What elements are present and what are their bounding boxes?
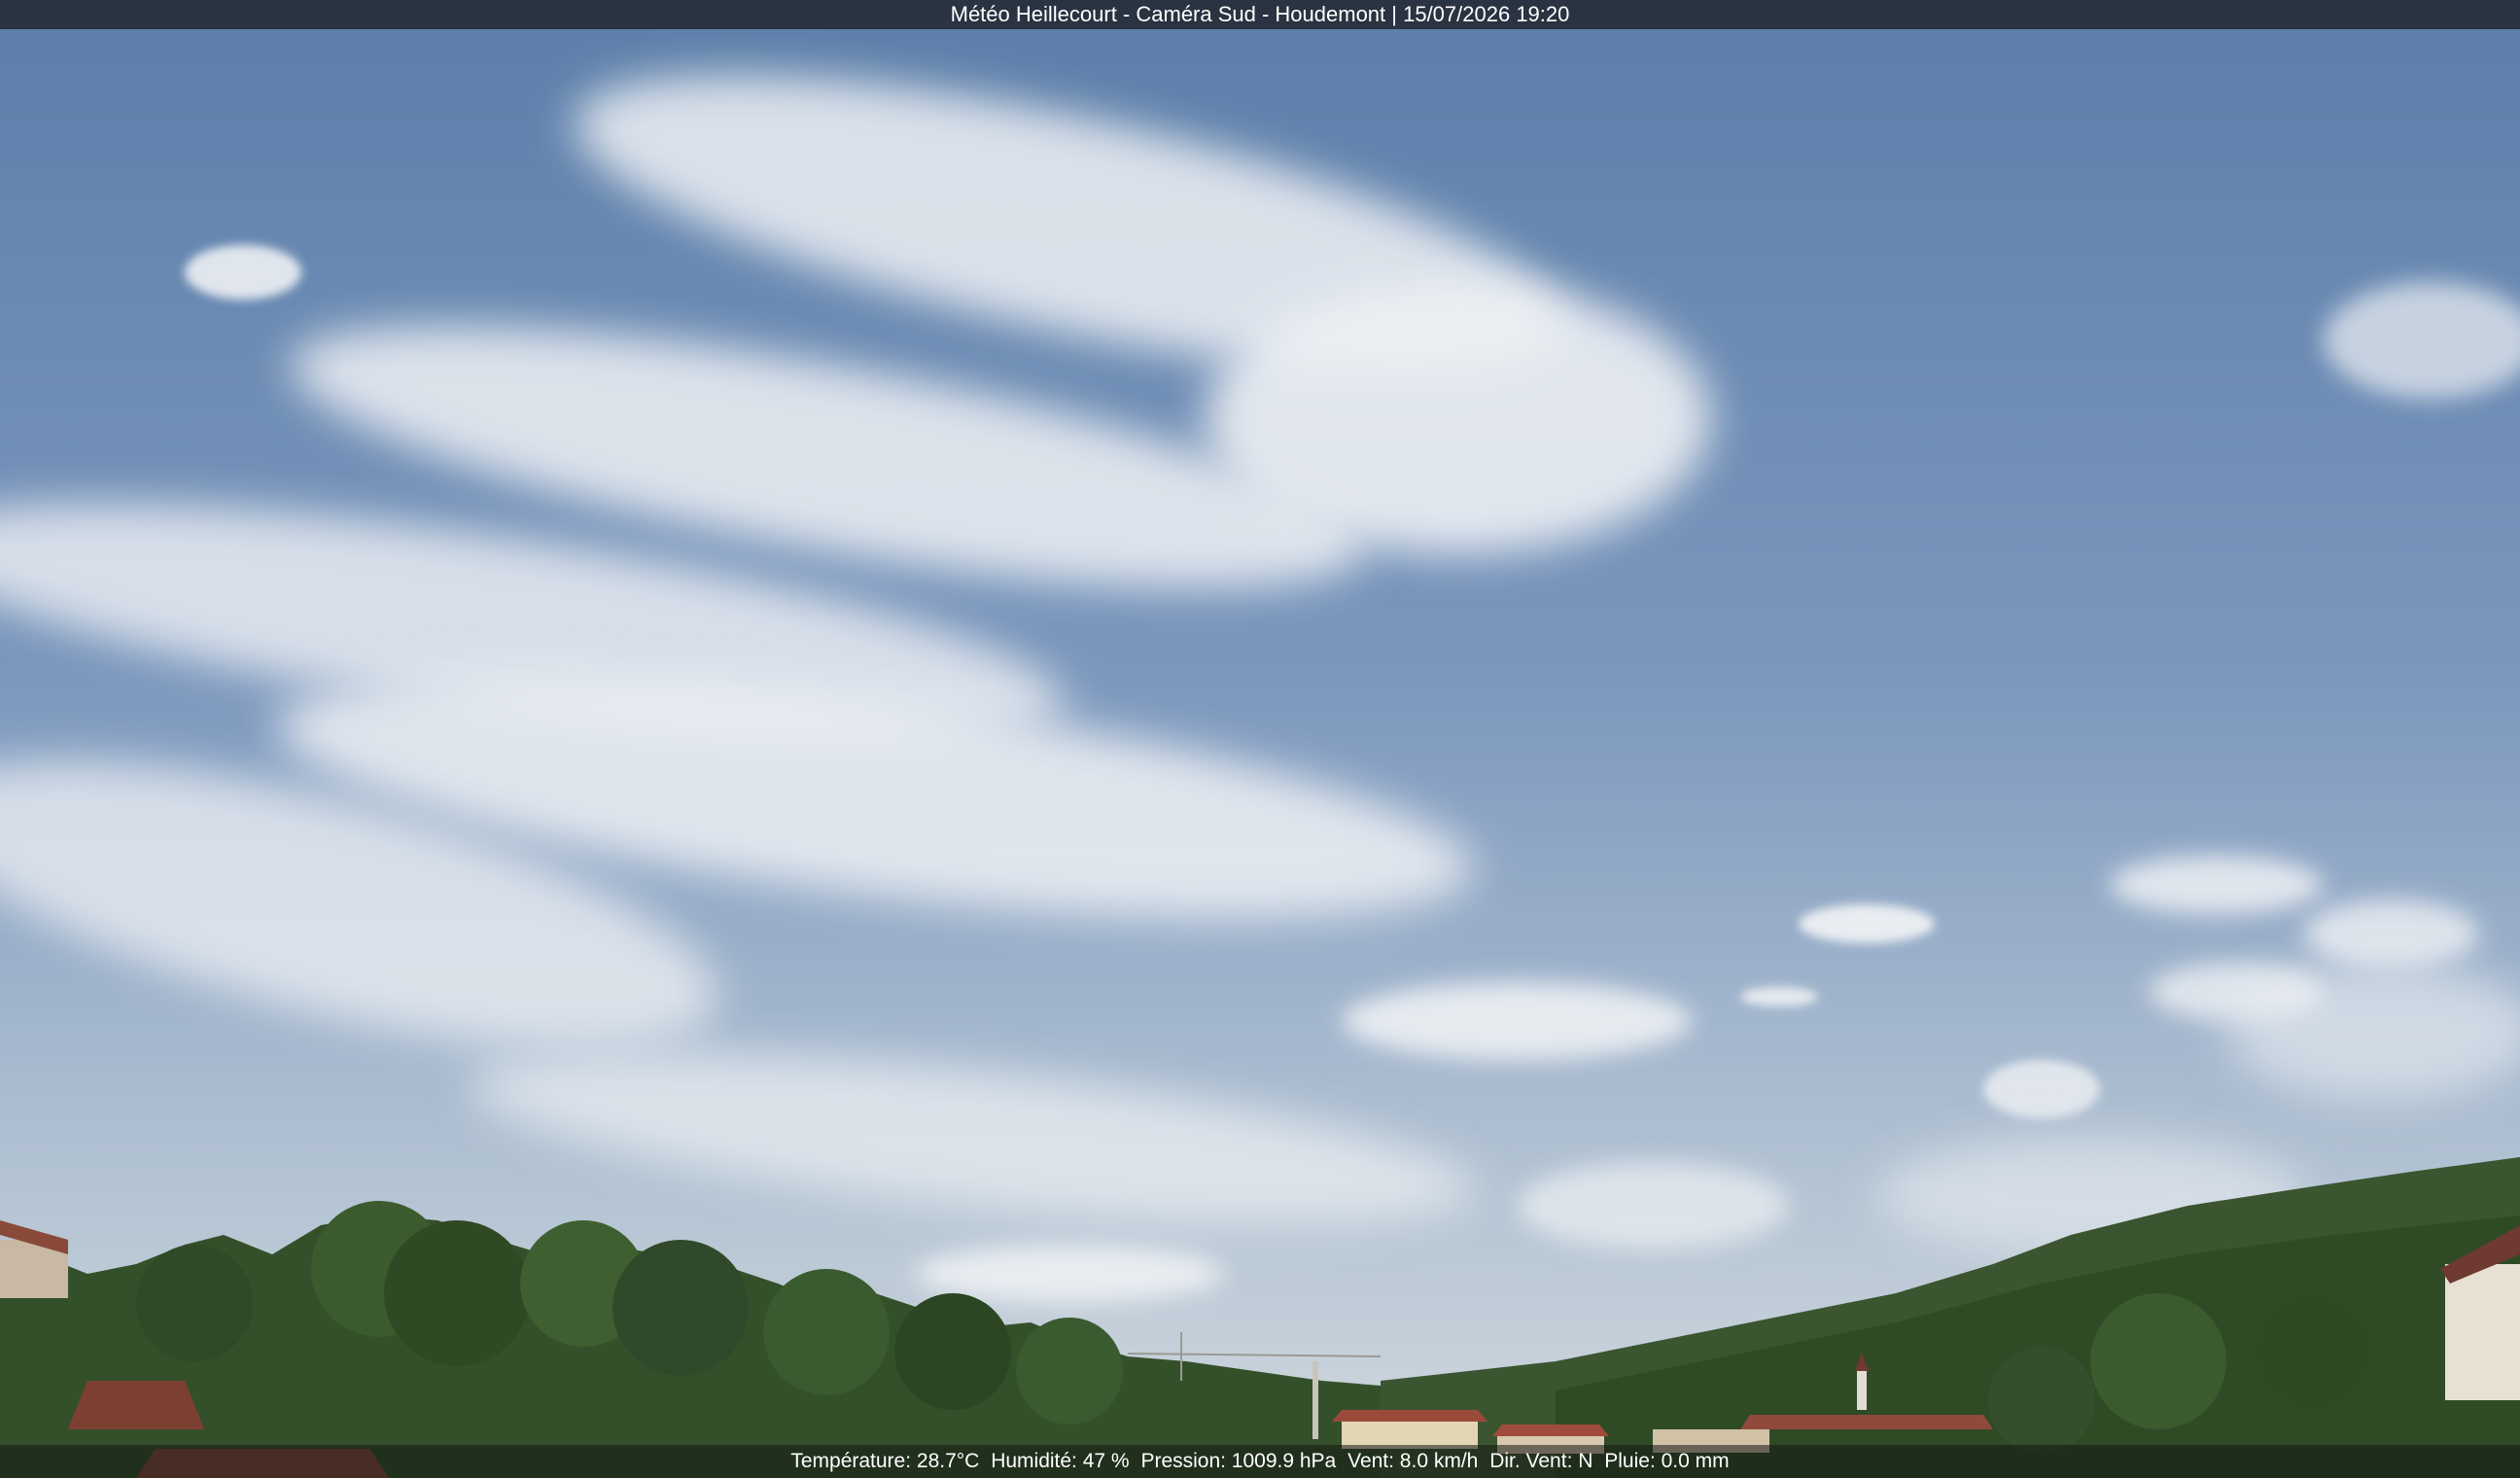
wind-direction-reading: Dir. Vent: N xyxy=(1489,1450,1593,1472)
camera-title: Météo Heillecourt - Caméra Sud - Houdemo… xyxy=(950,2,1570,26)
rain-reading: Pluie: 0.0 mm xyxy=(1604,1450,1730,1472)
webcam-image xyxy=(0,0,2520,1478)
weather-readings-bar: Température: 28.7°C Humidité: 47 % Press… xyxy=(0,1445,2520,1478)
wind-reading: Vent: 8.0 km/h xyxy=(1348,1450,1479,1472)
temperature-reading: Température: 28.7°C xyxy=(790,1450,980,1472)
camera-title-bar: Météo Heillecourt - Caméra Sud - Houdemo… xyxy=(0,0,2520,29)
webcam-frame: Météo Heillecourt - Caméra Sud - Houdemo… xyxy=(0,0,2520,1478)
humidity-reading: Humidité: 47 % xyxy=(991,1450,1130,1472)
pressure-reading: Pression: 1009.9 hPa xyxy=(1140,1450,1337,1472)
